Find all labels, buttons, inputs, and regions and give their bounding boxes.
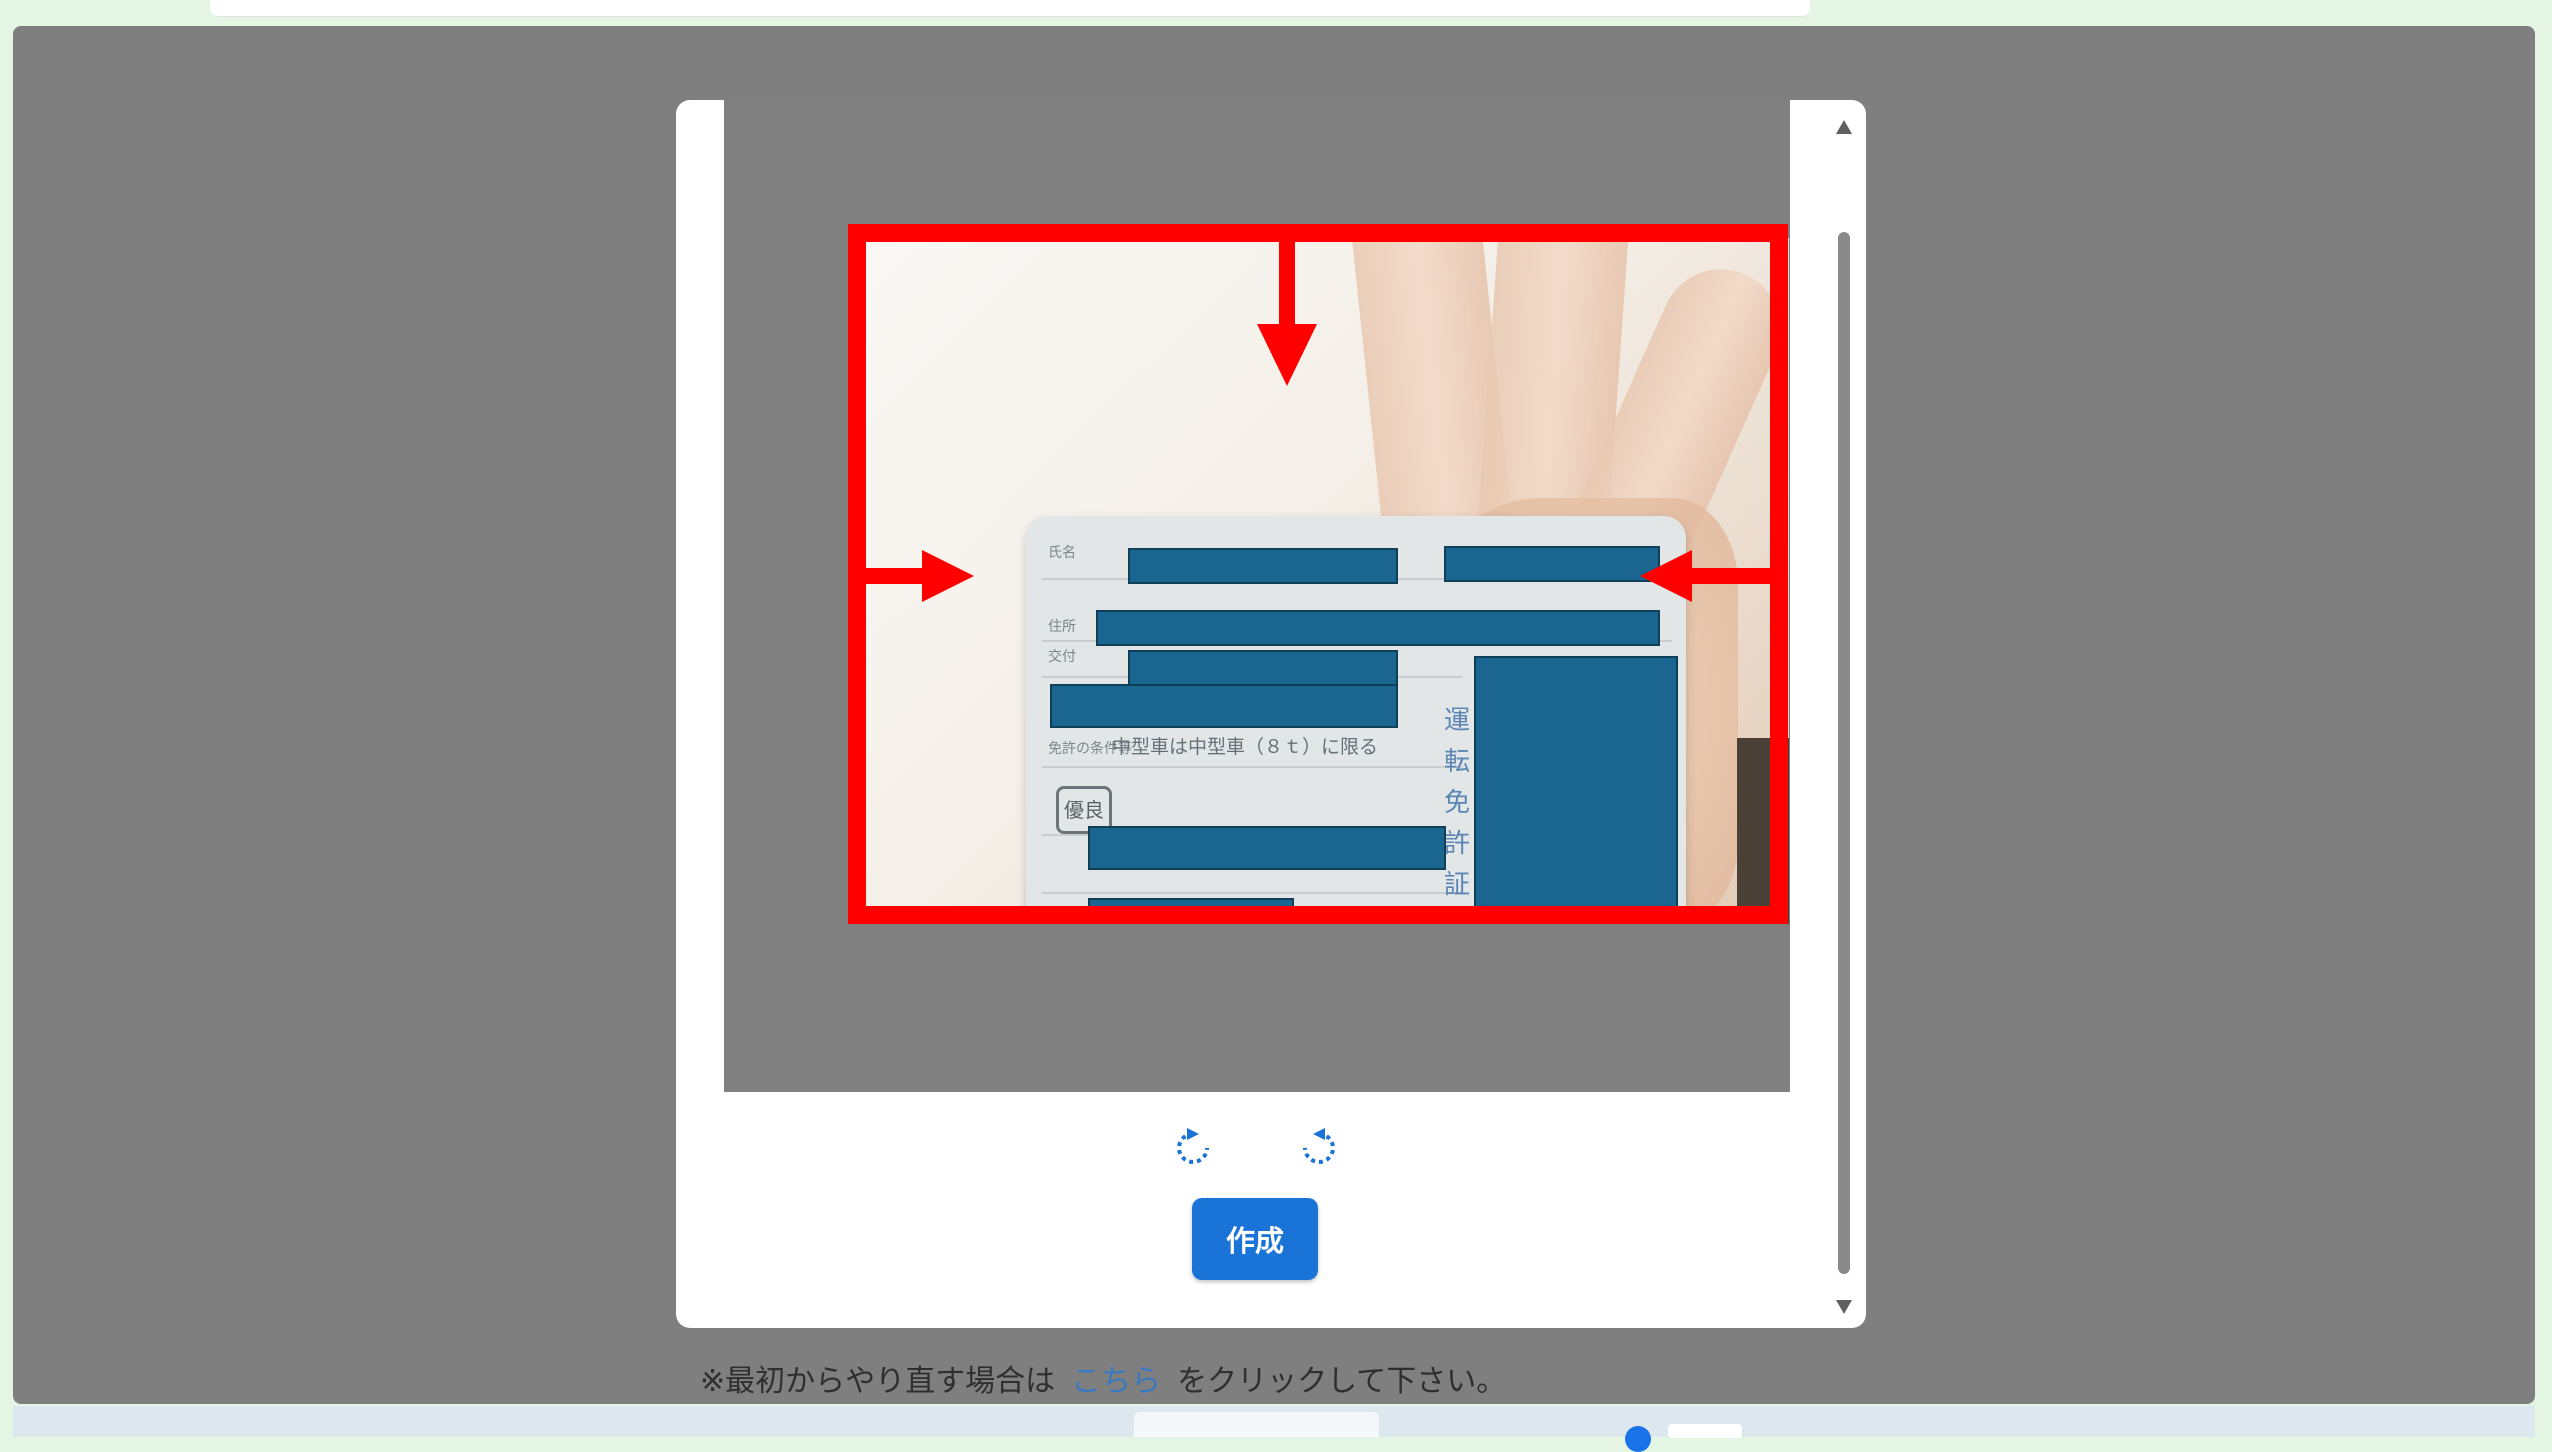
taskbar-chip[interactable] [1668,1424,1742,1438]
taskbar-tab[interactable] [1134,1412,1379,1437]
restart-link[interactable]: こちら [1071,1364,1161,1399]
taskbar-indicator [1625,1426,1651,1452]
image-edit-dialog: 氏名 住所 交付 免許の条件等 中型車は中型車（８ｔ）に限る 優良 運 転 免 … [676,100,1866,1328]
scroll-up-arrow-icon[interactable] [1836,120,1852,134]
image-canvas[interactable]: 氏名 住所 交付 免許の条件等 中型車は中型車（８ｔ）に限る 優良 運 転 免 … [724,100,1790,1092]
scroll-down-arrow-icon[interactable] [1836,1300,1852,1314]
arrow-right-icon [856,550,974,602]
arrow-down-icon [1257,238,1317,386]
restart-prefix: ※最初からやり直す場合は [700,1364,1056,1399]
restart-instruction: ※最初からやり直す場合は こちら をクリックして下さい。 [700,1356,1506,1400]
rotate-left-icon [1177,1128,1209,1164]
rotate-left-button[interactable] [1168,1123,1218,1173]
rotate-right-icon [1303,1128,1335,1164]
restart-suffix: をクリックして下さい。 [1177,1364,1507,1399]
rotate-right-button[interactable] [1294,1123,1344,1173]
dialog-scrollbar[interactable] [1831,112,1857,1322]
create-button[interactable]: 作成 [1192,1198,1318,1280]
screen: 氏名 住所 交付 免許の条件等 中型車は中型車（８ｔ）に限る 優良 運 転 免 … [0,0,2552,1452]
scroll-thumb[interactable] [1838,232,1850,1274]
arrow-left-icon [1640,550,1778,602]
browser-top-strip [210,0,1810,17]
